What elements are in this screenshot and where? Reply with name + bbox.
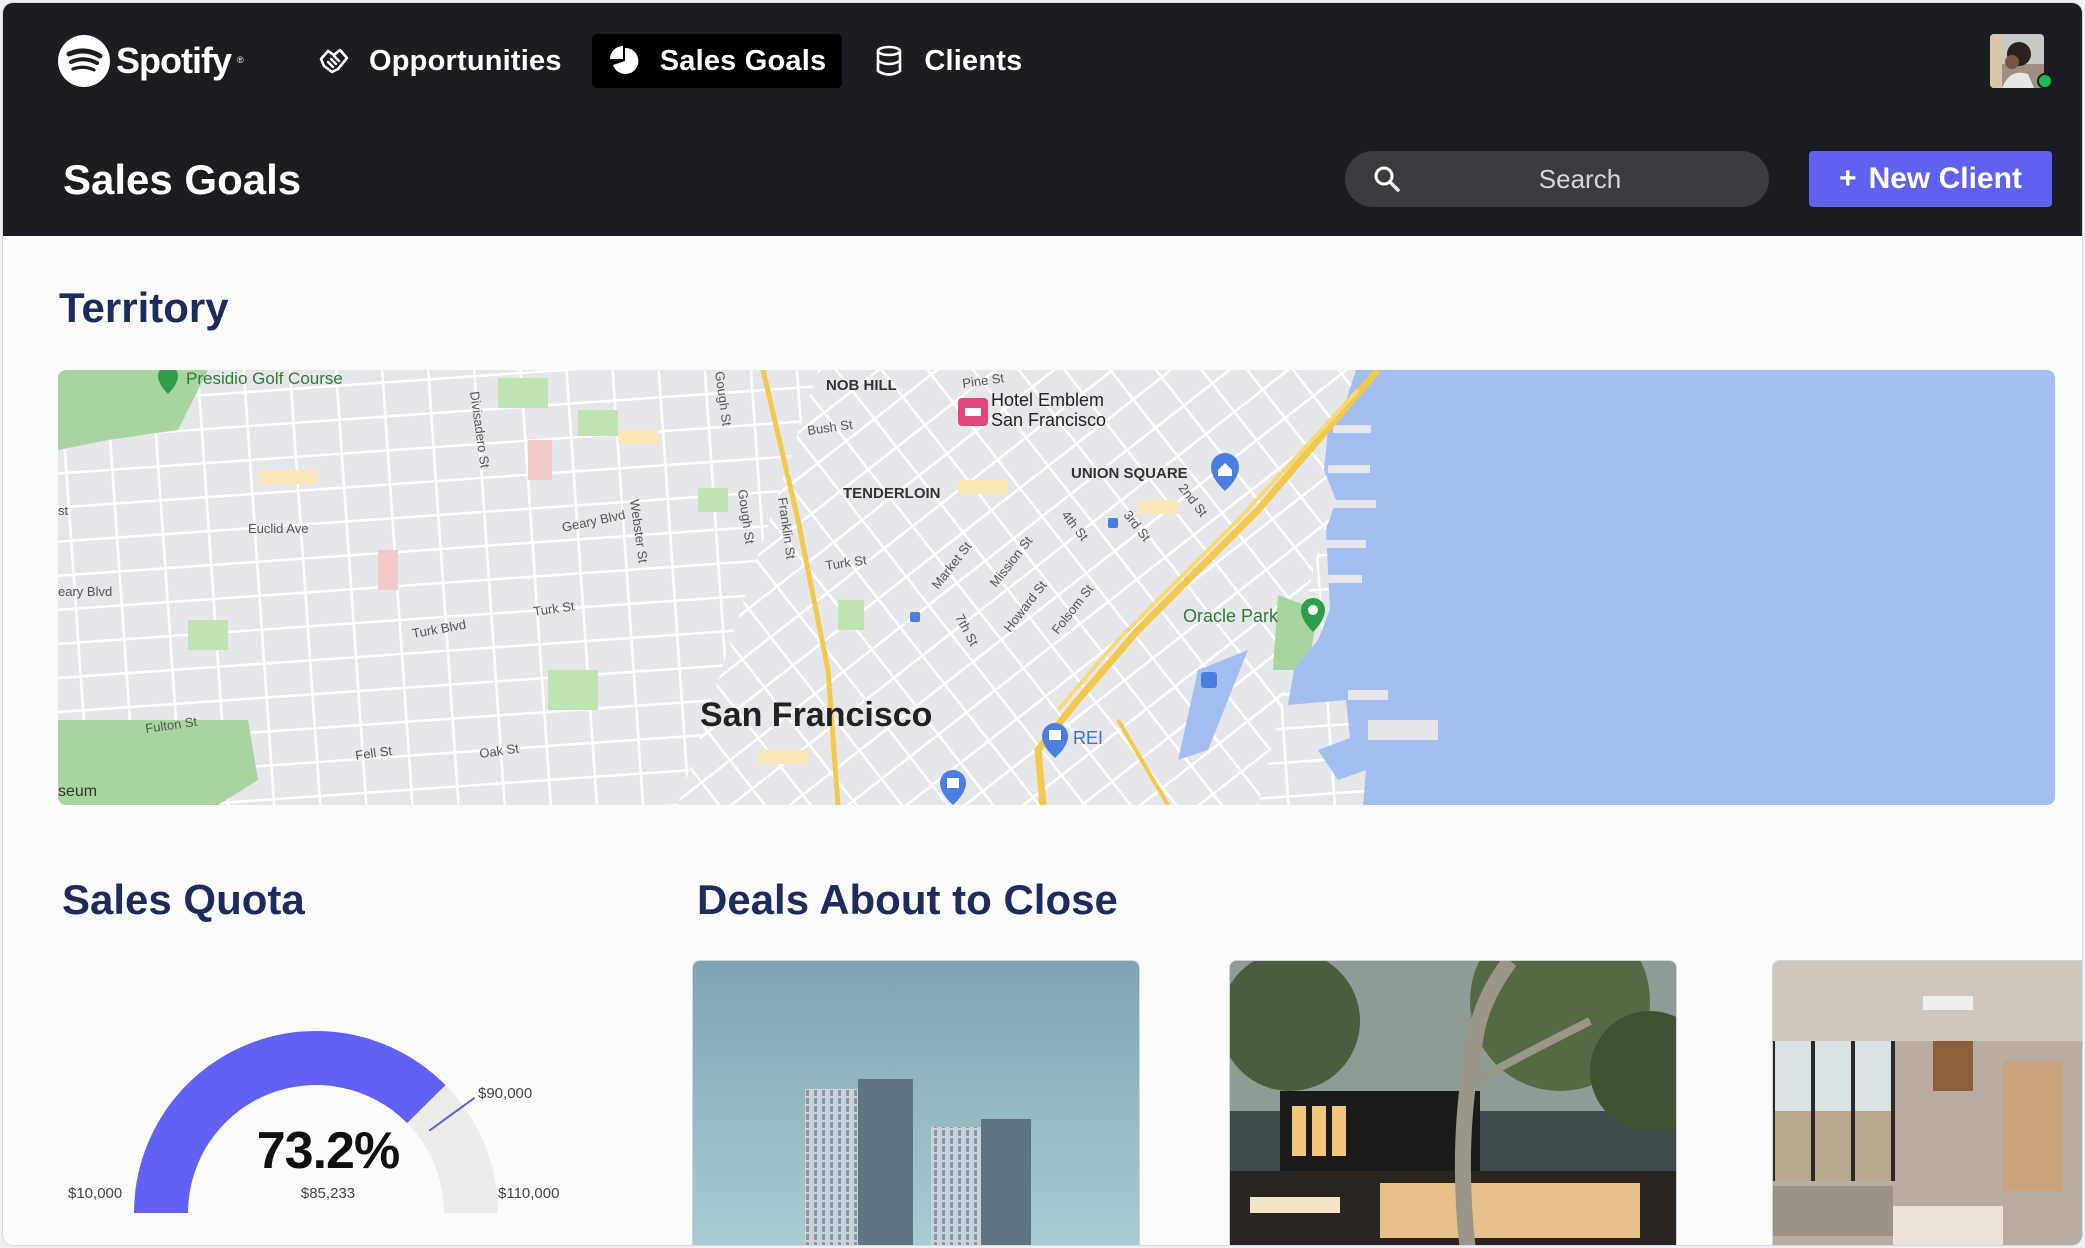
gauge-svg xyxy=(134,1031,498,1213)
handshake-icon xyxy=(317,44,351,78)
gauge-max-label: $110,000 xyxy=(498,1185,560,1202)
deal-card[interactable] xyxy=(1773,961,2082,1245)
search-bar[interactable] xyxy=(1345,151,1769,207)
main-nav: Opportunities Sales Goals Clients xyxy=(301,33,1038,89)
map-label-tenderloin: TENDERLOIN xyxy=(843,485,941,502)
map-label-euclid: Euclid Ave xyxy=(248,521,308,536)
deals-title: Deals About to Close xyxy=(697,876,1118,923)
map-label-union-square: UNION SQUARE xyxy=(1071,465,1188,482)
nav-label-clients: Clients xyxy=(924,44,1023,77)
map-label-rei: REI xyxy=(1073,728,1103,748)
spotify-icon xyxy=(58,35,110,87)
map-label-geary-west: eary Blvd xyxy=(58,584,112,599)
nav-label-sales-goals: Sales Goals xyxy=(659,44,827,77)
search-icon xyxy=(1374,166,1400,192)
map-label-hotel: Hotel Emblem xyxy=(991,390,1104,410)
deal-image-towers xyxy=(693,961,1139,1245)
new-client-label: New Client xyxy=(1868,162,2022,195)
sales-quota-title: Sales Quota xyxy=(62,876,305,923)
user-avatar[interactable] xyxy=(1990,34,2044,88)
gauge-current-value: $85,233 xyxy=(300,1185,356,1202)
sales-quota-gauge: 73.2% $85,233 $10,000 $110,000 $90,000 xyxy=(58,993,598,1243)
gauge-percent: 73.2% xyxy=(256,1122,400,1180)
nav-item-opportunities[interactable]: Opportunities xyxy=(301,34,578,88)
map-label-st-left: st xyxy=(58,503,69,518)
map-label-oracle-park: Oracle Park xyxy=(1183,606,1279,626)
territory-map[interactable]: UNION SQUARE NOB HILL TENDERLOIN Hotel E… xyxy=(58,370,2055,805)
spotify-logo[interactable]: Spotify ® xyxy=(58,33,244,89)
transit-marker-icon xyxy=(910,612,920,622)
search-input[interactable] xyxy=(1415,151,1745,207)
deal-card[interactable] xyxy=(693,961,1139,1245)
page-title: Sales Goals xyxy=(63,156,302,203)
deal-image-modern-house xyxy=(1230,961,1676,1245)
territory-title: Territory xyxy=(59,284,229,331)
map-label-hotel-2: San Francisco xyxy=(991,410,1106,430)
map-label-presidio: Presidio Golf Course xyxy=(186,370,343,388)
pie-chart-icon xyxy=(608,44,642,78)
gauge-target-label: $90,000 xyxy=(478,1085,533,1102)
registered-mark: ® xyxy=(237,55,244,65)
new-client-button[interactable]: + New Client xyxy=(1809,151,2052,207)
app-window: Spotify ® Opportunities Sales Goals Clie… xyxy=(3,3,2082,1245)
deal-card[interactable] xyxy=(1230,961,1676,1245)
online-status-dot xyxy=(2037,73,2053,89)
database-icon xyxy=(872,44,906,78)
map-label-nob-hill: NOB HILL xyxy=(826,377,897,394)
map-label-museum: seum xyxy=(58,783,97,800)
map-label-city: San Francisco xyxy=(700,696,932,734)
nav-item-sales-goals[interactable]: Sales Goals xyxy=(591,34,843,88)
hotel-marker-icon xyxy=(958,398,988,426)
nav-item-clients[interactable]: Clients xyxy=(856,34,1038,88)
nav-label-opportunities: Opportunities xyxy=(369,44,562,77)
gauge-min-label: $10,000 xyxy=(68,1185,123,1202)
transit-marker-icon xyxy=(1108,518,1118,528)
top-header: Spotify ® Opportunities Sales Goals Clie… xyxy=(3,3,2082,236)
plus-icon: + xyxy=(1839,162,1857,195)
deal-image-living-room xyxy=(1773,961,2082,1245)
brand-name: Spotify xyxy=(116,40,232,81)
transit-marker-icon xyxy=(1201,672,1217,688)
